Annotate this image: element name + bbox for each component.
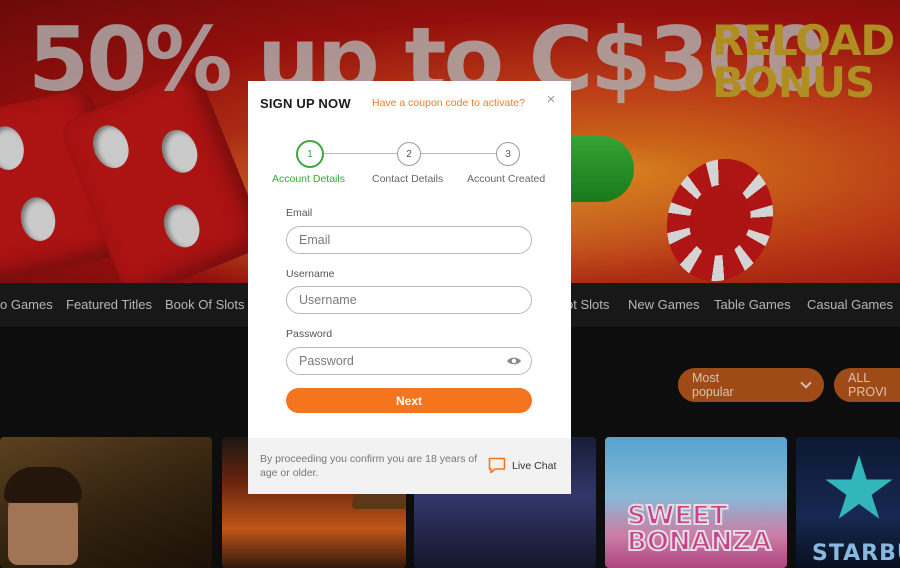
signup-stepper: 1 2 3 Account Details Contact Details Ac… [248, 139, 571, 189]
email-label: Email [286, 207, 313, 219]
step-1-label: Account Details [272, 173, 345, 185]
signup-modal: SIGN UP NOW Have a coupon code to activa… [248, 81, 571, 494]
live-chat-button[interactable]: Live Chat [488, 457, 556, 474]
chat-bubble-icon [488, 457, 506, 474]
password-field[interactable] [286, 347, 532, 375]
step-3-indicator: 3 [496, 142, 520, 166]
username-field[interactable] [286, 286, 532, 314]
email-field[interactable] [286, 226, 532, 254]
username-label: Username [286, 268, 335, 280]
step-2-indicator: 2 [397, 142, 421, 166]
live-chat-label: Live Chat [512, 459, 557, 472]
close-icon[interactable]: × [544, 92, 558, 107]
step-connector [420, 153, 498, 154]
step-3-label: Account Created [467, 173, 546, 185]
casino-page: 50% up to C$300 RELOAD BONUS o Games Fea… [0, 0, 900, 568]
step-connector [324, 153, 406, 154]
coupon-code-link[interactable]: Have a coupon code to activate? [372, 97, 525, 109]
step-1-indicator: 1 [296, 140, 324, 168]
modal-title: SIGN UP NOW [260, 96, 351, 111]
modal-footer: By proceeding you confirm you are 18 yea… [248, 438, 571, 494]
step-2-label: Contact Details [372, 173, 444, 185]
show-password-icon[interactable] [506, 356, 522, 366]
age-disclaimer: By proceeding you confirm you are 18 yea… [260, 453, 478, 479]
password-label: Password [286, 328, 333, 340]
next-button[interactable]: Next [286, 388, 532, 413]
